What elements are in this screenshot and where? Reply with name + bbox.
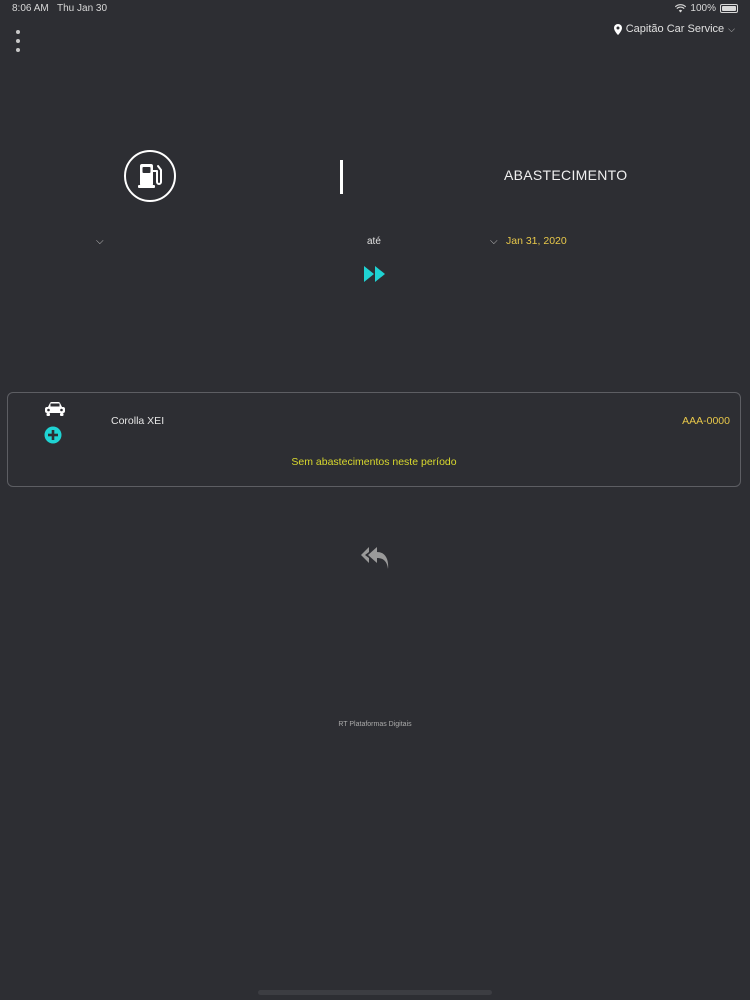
fuel-pump-glyph	[138, 164, 162, 188]
end-date-picker[interactable]: Jan 31, 2020	[506, 235, 567, 247]
app-screen: 8:06 AM Thu Jan 30 100% Capitão Car Serv…	[0, 0, 750, 1000]
status-bar: 8:06 AM Thu Jan 30 100%	[0, 0, 750, 18]
fast-forward-icon[interactable]	[362, 264, 388, 284]
date-range-separator: até	[367, 236, 381, 247]
location-name: Capitão Car Service	[625, 23, 725, 35]
end-date-chevron-down-icon[interactable]: ⌵	[490, 236, 498, 247]
home-indicator[interactable]	[258, 990, 492, 995]
fuel-pump-icon	[124, 150, 176, 202]
vehicle-plate: AAA-0000	[682, 415, 730, 427]
vehicle-card[interactable]: Corolla XEI AAA-0000 Sem abastecimentos …	[7, 392, 741, 487]
plus-circle-icon[interactable]	[44, 426, 62, 444]
vehicle-name: Corolla XEI	[111, 415, 165, 427]
header-divider	[340, 160, 343, 194]
wifi-icon	[675, 4, 687, 13]
more-menu-button[interactable]	[12, 30, 24, 52]
reply-all-icon[interactable]	[360, 545, 390, 571]
location-selector[interactable]: Capitão Car Service ⌵	[613, 23, 735, 35]
empty-state-message: Sem abastecimentos neste período	[291, 456, 457, 468]
start-date-chevron-down-icon[interactable]: ⌵	[96, 236, 104, 247]
battery-percent: 100%	[690, 3, 716, 14]
chevron-down-icon: ⌵	[728, 23, 735, 34]
status-date: Thu Jan 30	[57, 3, 108, 14]
map-pin-icon	[613, 23, 622, 35]
menu-dot	[16, 48, 20, 52]
battery-icon	[720, 4, 738, 13]
page-title: ABASTECIMENTO	[504, 167, 628, 183]
status-indicators: 100%	[675, 3, 738, 14]
status-time: 8:06 AM	[12, 3, 49, 14]
car-icon	[45, 402, 65, 416]
footer-credit: RT Plataformas Digitais	[338, 721, 412, 728]
menu-dot	[16, 39, 20, 43]
menu-dot	[16, 30, 20, 34]
